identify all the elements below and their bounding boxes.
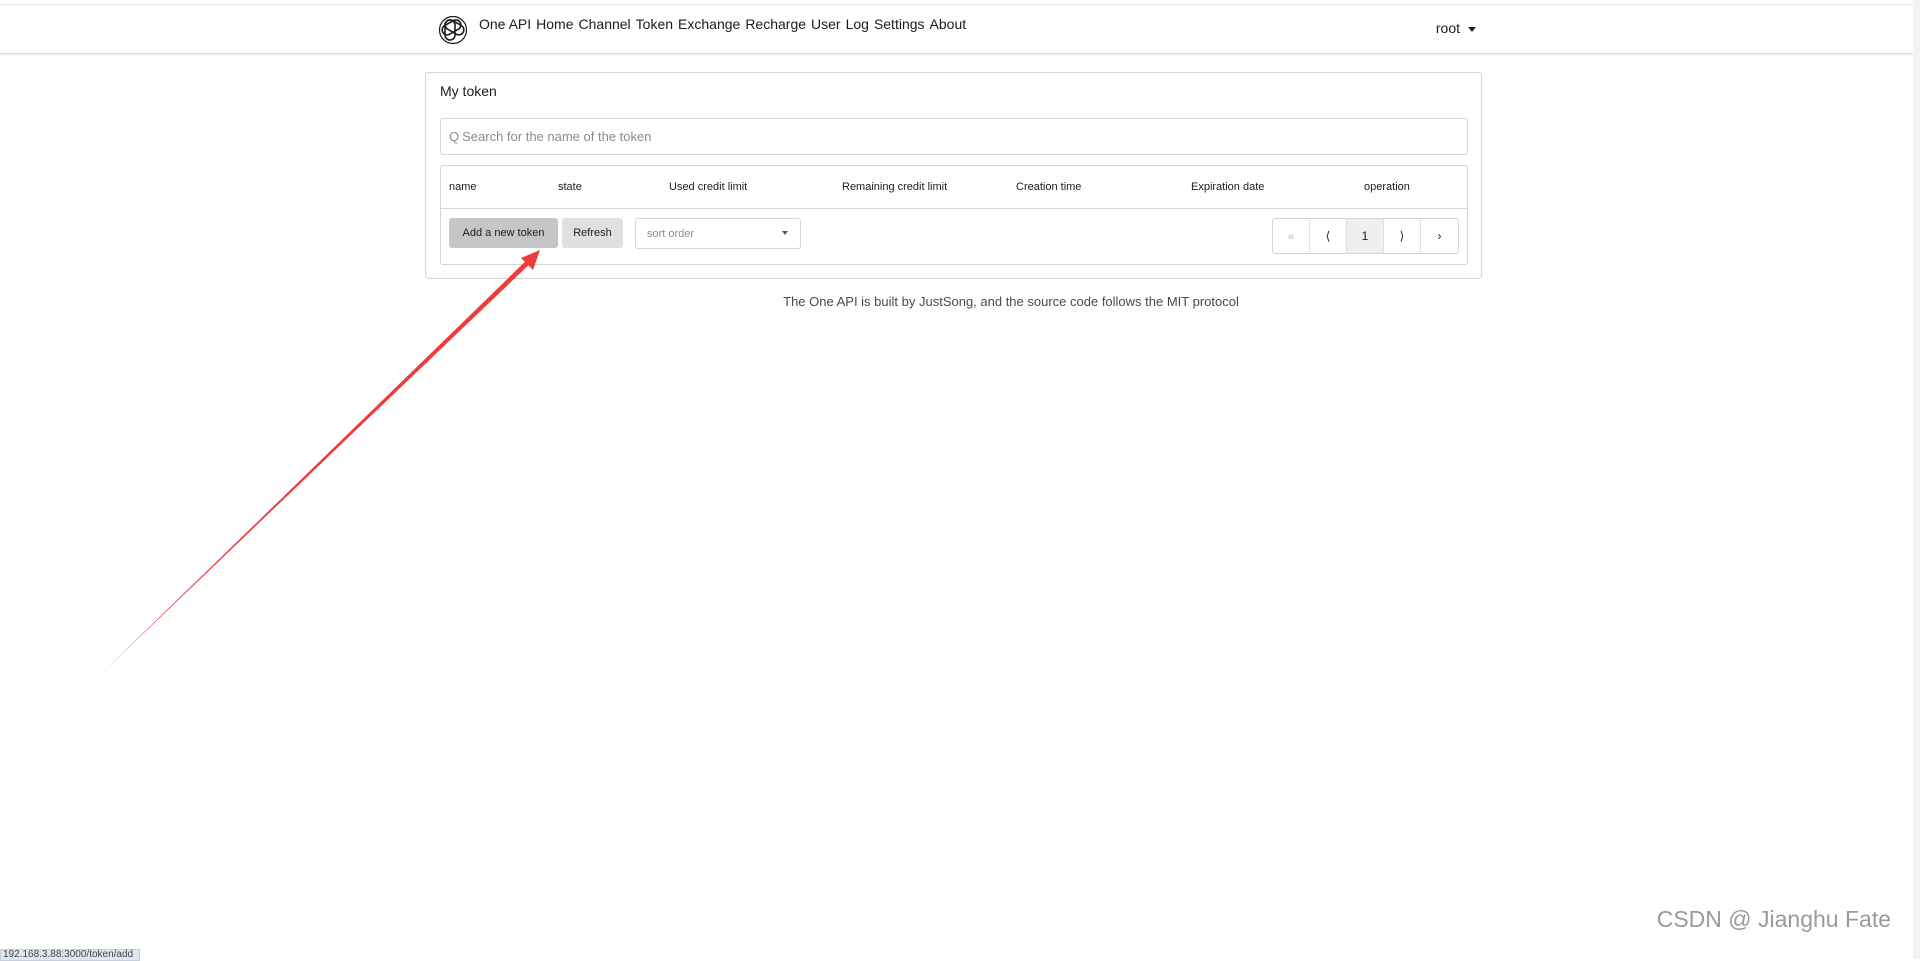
- prev-page-button[interactable]: ⟨: [1310, 219, 1347, 253]
- nav-item-user[interactable]: User: [811, 16, 841, 32]
- nav-item-about[interactable]: About: [930, 16, 967, 32]
- column-header-expiration-date[interactable]: Expiration date: [1191, 181, 1264, 193]
- table-header: name state Used credit limit Remaining c…: [441, 166, 1467, 209]
- add-token-button[interactable]: Add a new token: [449, 218, 558, 248]
- column-header-name[interactable]: name: [449, 181, 477, 193]
- navbar-container: One API Home Channel Token Exchange Rech…: [436, 5, 1476, 55]
- nav-brand[interactable]: One API: [479, 16, 531, 32]
- token-table: name state Used credit limit Remaining c…: [440, 165, 1468, 265]
- refresh-button[interactable]: Refresh: [562, 218, 623, 248]
- status-bar-url: 192.168.3.88:3000/token/add: [0, 949, 141, 961]
- sort-order-select[interactable]: sort order: [635, 218, 801, 249]
- csdn-watermark: CSDN @ Jianghu Fate: [1656, 906, 1891, 932]
- column-header-state[interactable]: state: [558, 181, 582, 193]
- openai-logo-icon[interactable]: [436, 13, 470, 47]
- first-page-button[interactable]: «: [1273, 219, 1310, 253]
- top-navbar: One API Home Channel Token Exchange Rech…: [0, 4, 1913, 54]
- vertical-scrollbar[interactable]: [1913, 0, 1920, 959]
- caret-down-icon: [1468, 26, 1476, 32]
- page-footer: The One API is built by JustSong, and th…: [783, 294, 1239, 309]
- pagination: « ⟨ 1 ⟩ ›: [1272, 218, 1459, 254]
- column-header-used-credit[interactable]: Used credit limit: [669, 181, 747, 193]
- last-page-button[interactable]: ›: [1421, 219, 1458, 253]
- user-dropdown[interactable]: root: [1436, 20, 1476, 36]
- next-page-button[interactable]: ⟩: [1384, 219, 1421, 253]
- user-name: root: [1435, 20, 1460, 36]
- sort-order-placeholder: sort order: [647, 227, 695, 240]
- page-1-button[interactable]: 1: [1347, 219, 1384, 253]
- nav-item-settings[interactable]: Settings: [874, 16, 925, 32]
- dropdown-arrow-icon: [782, 231, 788, 235]
- token-card: My token Q name state Used credit limit …: [425, 72, 1482, 279]
- nav-item-home[interactable]: Home: [536, 16, 573, 32]
- nav-item-recharge[interactable]: Recharge: [745, 16, 806, 32]
- nav-item-token[interactable]: Token: [636, 16, 673, 32]
- column-header-remaining-credit[interactable]: Remaining credit limit: [842, 181, 947, 193]
- search-box[interactable]: Q: [440, 118, 1468, 155]
- card-title: My token: [440, 83, 497, 99]
- nav-item-log[interactable]: Log: [846, 16, 869, 32]
- red-arrow-annotation: [102, 254, 536, 673]
- nav-item-channel[interactable]: Channel: [579, 16, 631, 32]
- nav-item-exchange[interactable]: Exchange: [678, 16, 740, 32]
- column-header-creation-time[interactable]: Creation time: [1016, 181, 1081, 193]
- column-header-operation[interactable]: operation: [1364, 181, 1410, 193]
- search-input[interactable]: [462, 129, 1467, 144]
- nav-menu: One API Home Channel Token Exchange Rech…: [479, 16, 966, 32]
- search-icon: Q: [449, 129, 460, 144]
